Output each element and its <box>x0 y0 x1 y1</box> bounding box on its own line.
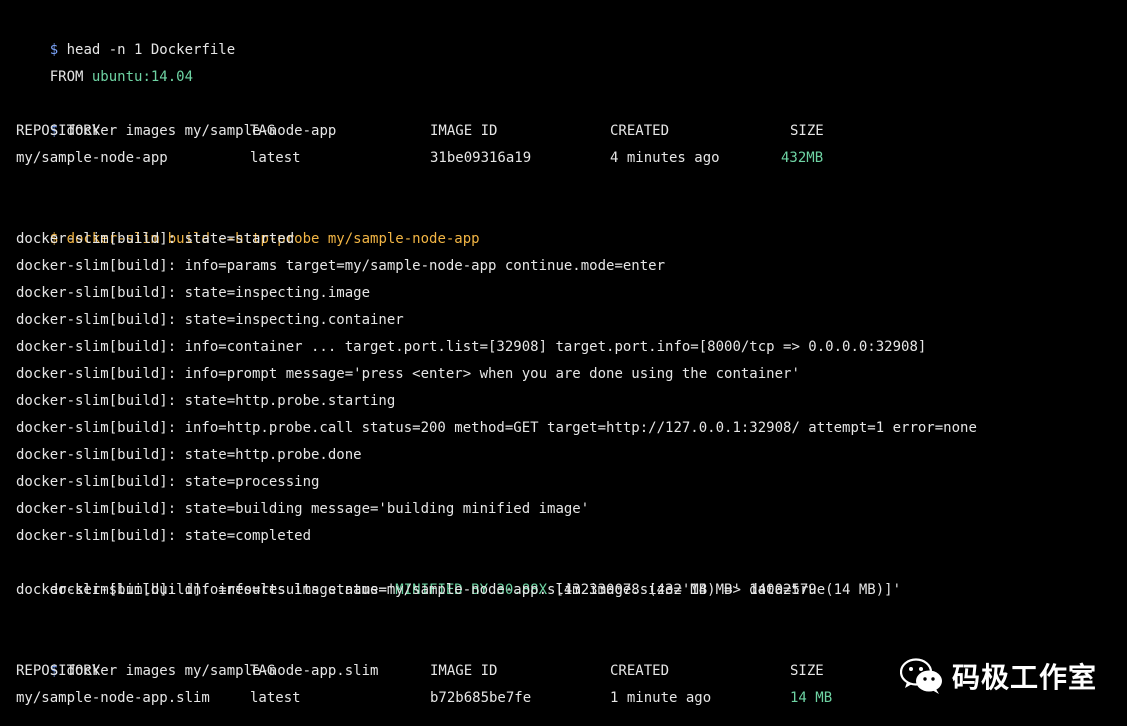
header-created: CREATED <box>610 123 670 139</box>
header-created: CREATED <box>610 663 670 679</box>
cell-size: 432MB <box>781 150 824 166</box>
log-line: docker-slim[build]: state=started <box>16 231 295 247</box>
command-line-docker-images-slim: $ docker images my/sample-node-app.slim <box>16 631 379 679</box>
cell-tag: latest <box>250 690 301 706</box>
cell-repository: my/sample-node-app.slim <box>16 690 210 706</box>
images-table-header: REPOSITORY TAG IMAGE ID CREATED SIZE <box>16 658 896 685</box>
from-image: ubuntu:14.04 <box>91 69 194 85</box>
cell-tag: latest <box>250 150 301 166</box>
header-tag: TAG <box>250 123 276 139</box>
log-line: docker-slim[build]: info=container ... t… <box>16 339 927 355</box>
log-line: docker-slim[build]: state=processing <box>16 474 320 490</box>
log-line-results-image: docker-slim[build]: info=results image.n… <box>16 582 826 598</box>
wechat-icon <box>900 658 942 694</box>
command-line-docker-images: $ docker images my/sample-node-app <box>16 91 337 139</box>
cell-repository: my/sample-node-app <box>16 150 168 166</box>
header-image-id: IMAGE ID <box>430 663 498 679</box>
output-from-line: FROM ubuntu:14.04 <box>16 37 193 85</box>
cell-image-id: b72b685be7fe <box>430 690 532 706</box>
images-table-header: REPOSITORY TAG IMAGE ID CREATED SIZE <box>16 118 1116 145</box>
log-line: docker-slim[build]: state=inspecting.con… <box>16 312 404 328</box>
log-line: docker-slim[build]: state=http.probe.don… <box>16 447 362 463</box>
cell-image-id: 31be09316a19 <box>430 150 532 166</box>
watermark: 码极工作室 <box>900 654 1097 698</box>
table-row: my/sample-node-app latest 31be09316a19 4… <box>16 145 1116 172</box>
command-line-docker-slim: $ docker-slim build --http-probe my/samp… <box>16 199 480 247</box>
terminal-window[interactable]: $ head -n 1 Dockerfile FROM ubuntu:14.04… <box>0 0 1127 726</box>
header-size: SIZE <box>790 663 824 679</box>
log-line: docker-slim[build]: state=inspecting.ima… <box>16 285 371 301</box>
header-repository: REPOSITORY <box>16 123 101 139</box>
header-size: SIZE <box>790 123 824 139</box>
log-line: docker-slim[build]: info=params target=m… <box>16 258 666 274</box>
log-line-results-status: docker-slim[build]: info=results status=… <box>16 550 901 598</box>
log-line: docker-slim[build]: state=building messa… <box>16 501 590 517</box>
header-repository: REPOSITORY <box>16 663 101 679</box>
watermark-text: 码极工作室 <box>952 661 1098 694</box>
header-tag: TAG <box>250 663 276 679</box>
log-line: docker-slim[build]: state=completed <box>16 528 312 544</box>
cell-size: 14 MB <box>790 690 833 706</box>
command-line-head: $ head -n 1 Dockerfile <box>16 10 235 58</box>
log-line: docker-slim[build]: state=http.probe.sta… <box>16 393 396 409</box>
cell-created: 1 minute ago <box>610 690 712 706</box>
log-line: docker-slim[build]: info=prompt message=… <box>16 366 800 382</box>
header-image-id: IMAGE ID <box>430 123 498 139</box>
table-row: my/sample-node-app.slim latest b72b685be… <box>16 685 896 712</box>
cell-created: 4 minutes ago <box>610 150 720 166</box>
from-keyword: FROM <box>49 69 92 85</box>
log-line: docker-slim[build]: info=http.probe.call… <box>16 420 977 436</box>
